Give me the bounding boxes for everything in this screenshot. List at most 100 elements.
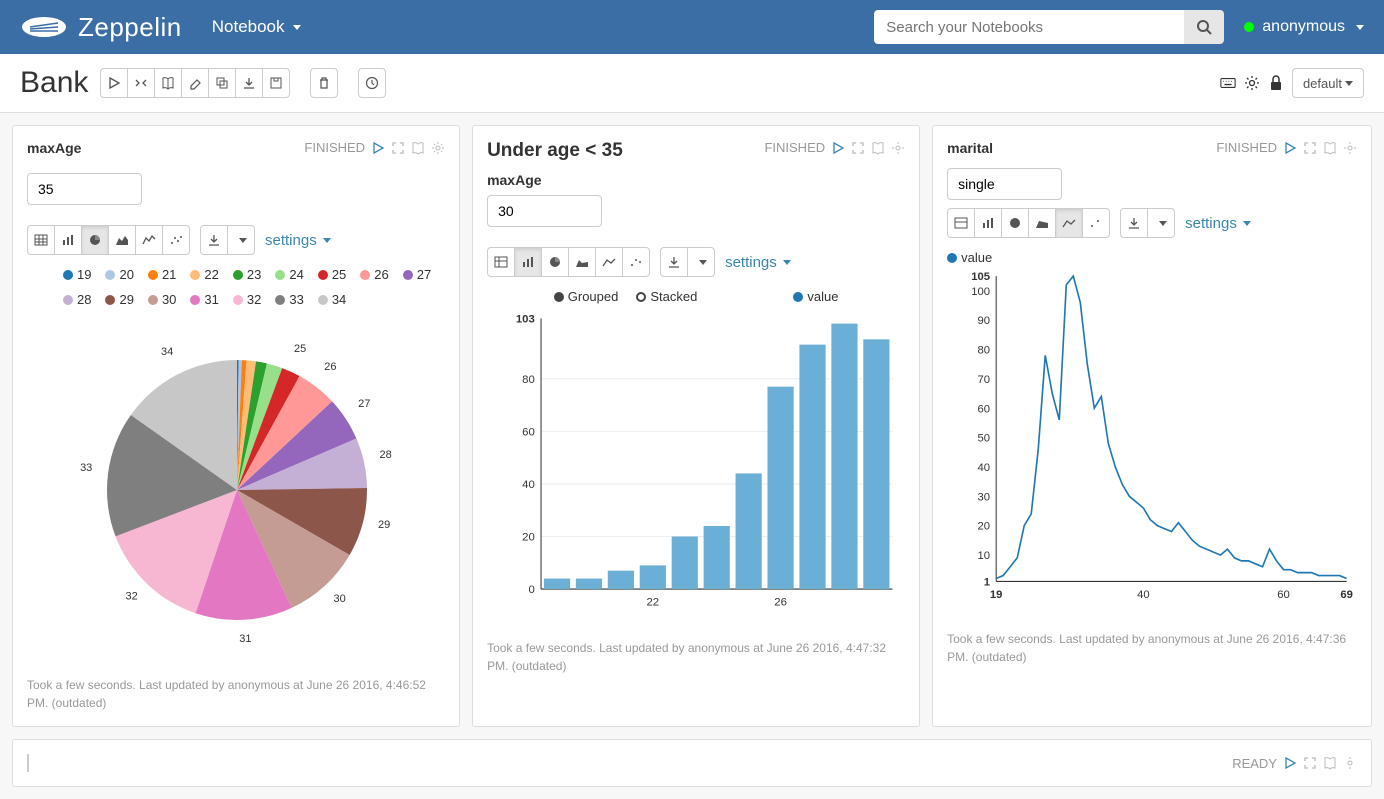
scheduler-button[interactable] [358, 68, 386, 98]
book-icon [161, 76, 175, 90]
value-legend[interactable]: value [947, 250, 1343, 265]
status-text: FINISHED [764, 140, 825, 155]
legend-item[interactable]: 24 [275, 267, 303, 282]
legend-item[interactable]: 26 [360, 267, 388, 282]
gear-icon[interactable] [431, 141, 445, 155]
play-icon[interactable] [1283, 756, 1297, 770]
svg-text:19: 19 [990, 589, 1003, 601]
notebook-title[interactable]: Bank [20, 66, 88, 100]
lock-icon[interactable] [1268, 75, 1284, 91]
legend-item[interactable]: 34 [318, 292, 346, 307]
legend-item[interactable]: 22 [190, 267, 218, 282]
bar-chart-button[interactable] [514, 247, 542, 277]
book-icon[interactable] [1323, 141, 1337, 155]
pie-icon [548, 255, 562, 269]
paragraph-empty[interactable]: READY [12, 739, 1372, 787]
book-icon[interactable] [1323, 756, 1337, 770]
scatter-chart-button[interactable] [1082, 208, 1110, 238]
legend-item[interactable]: 30 [148, 292, 176, 307]
marital-label: marital [947, 140, 993, 156]
value-legend[interactable]: value [793, 289, 838, 304]
legend-item[interactable]: 32 [233, 292, 261, 307]
play-icon[interactable] [371, 141, 385, 155]
settings-link[interactable]: settings [1185, 215, 1251, 232]
area-chart-button[interactable] [108, 225, 136, 255]
legend-item[interactable]: 19 [63, 267, 91, 282]
export-button[interactable] [235, 68, 263, 98]
legend-item[interactable]: 27 [403, 267, 431, 282]
svg-text:10: 10 [978, 550, 991, 562]
table-chart-button[interactable] [487, 247, 515, 277]
legend-item[interactable]: 29 [105, 292, 133, 307]
pie-chart-button[interactable] [1001, 208, 1029, 238]
search-input[interactable] [874, 10, 1184, 44]
marital-select[interactable]: single [947, 168, 1062, 200]
area-chart-button[interactable] [1028, 208, 1056, 238]
play-icon[interactable] [831, 141, 845, 155]
line-chart-button[interactable] [1055, 208, 1083, 238]
gear-icon[interactable] [1244, 75, 1260, 91]
user-menu[interactable]: anonymous [1244, 18, 1364, 36]
delete-button[interactable] [310, 68, 338, 98]
legend-item[interactable]: 20 [105, 267, 133, 282]
pie-chart-button[interactable] [541, 247, 569, 277]
maxage-input[interactable] [27, 173, 142, 205]
legend-item[interactable]: 25 [318, 267, 346, 282]
download-options-button[interactable] [687, 247, 715, 277]
grouped-toggle[interactable]: Grouped [554, 289, 619, 304]
maxage-input[interactable] [487, 195, 602, 227]
bar-icon [521, 255, 535, 269]
download-button[interactable] [660, 247, 688, 277]
line-chart-button[interactable] [135, 225, 163, 255]
play-icon[interactable] [1283, 141, 1297, 155]
search-button[interactable] [1184, 10, 1224, 44]
clear-output-button[interactable] [181, 68, 209, 98]
expand-icon[interactable] [851, 141, 865, 155]
gear-icon[interactable] [891, 141, 905, 155]
legend-item[interactable]: 31 [190, 292, 218, 307]
bar-chart-button[interactable] [974, 208, 1002, 238]
scatter-chart-button[interactable] [622, 247, 650, 277]
version-button[interactable] [262, 68, 290, 98]
download-button[interactable] [1120, 208, 1148, 238]
keyboard-icon[interactable] [1220, 75, 1236, 91]
bar-grouping-legend: Grouped Stacked value [487, 289, 905, 304]
download-options-button[interactable] [227, 225, 255, 255]
legend-item[interactable]: 33 [275, 292, 303, 307]
pie-chart-button[interactable] [81, 225, 109, 255]
expand-icon[interactable] [391, 141, 405, 155]
download-options-button[interactable] [1147, 208, 1175, 238]
table-chart-button[interactable] [27, 225, 55, 255]
svg-text:40: 40 [1137, 589, 1150, 601]
bar-chart-button[interactable] [54, 225, 82, 255]
legend-item[interactable]: 23 [233, 267, 261, 282]
logo[interactable]: Zeppelin [20, 12, 182, 43]
line-chart-button[interactable] [595, 247, 623, 277]
run-all-button[interactable] [100, 68, 128, 98]
book-icon[interactable] [411, 141, 425, 155]
legend-item[interactable]: 28 [63, 292, 91, 307]
scatter-chart-button[interactable] [162, 225, 190, 255]
settings-link[interactable]: settings [265, 232, 331, 249]
clone-button[interactable] [208, 68, 236, 98]
line-legend: value [947, 250, 1343, 265]
legend-item[interactable]: 21 [148, 267, 176, 282]
stacked-toggle[interactable]: Stacked [636, 289, 697, 304]
svg-text:20: 20 [522, 532, 535, 544]
book-icon[interactable] [871, 141, 885, 155]
expand-icon[interactable] [1303, 756, 1317, 770]
notebook-menu[interactable]: Notebook [212, 17, 301, 37]
download-button[interactable] [200, 225, 228, 255]
settings-link[interactable]: settings [725, 254, 791, 271]
svg-text:80: 80 [978, 345, 991, 357]
table-chart-button[interactable] [947, 208, 975, 238]
gear-icon[interactable] [1343, 756, 1357, 770]
hide-output-button[interactable] [154, 68, 182, 98]
hide-code-button[interactable] [127, 68, 155, 98]
expand-icon[interactable] [1303, 141, 1317, 155]
status-dot-icon [1244, 22, 1254, 32]
area-chart-button[interactable] [568, 247, 596, 277]
pie-chart: 25262728293031323334 [27, 315, 445, 655]
gear-icon[interactable] [1343, 141, 1357, 155]
mode-button[interactable]: default [1292, 68, 1364, 98]
